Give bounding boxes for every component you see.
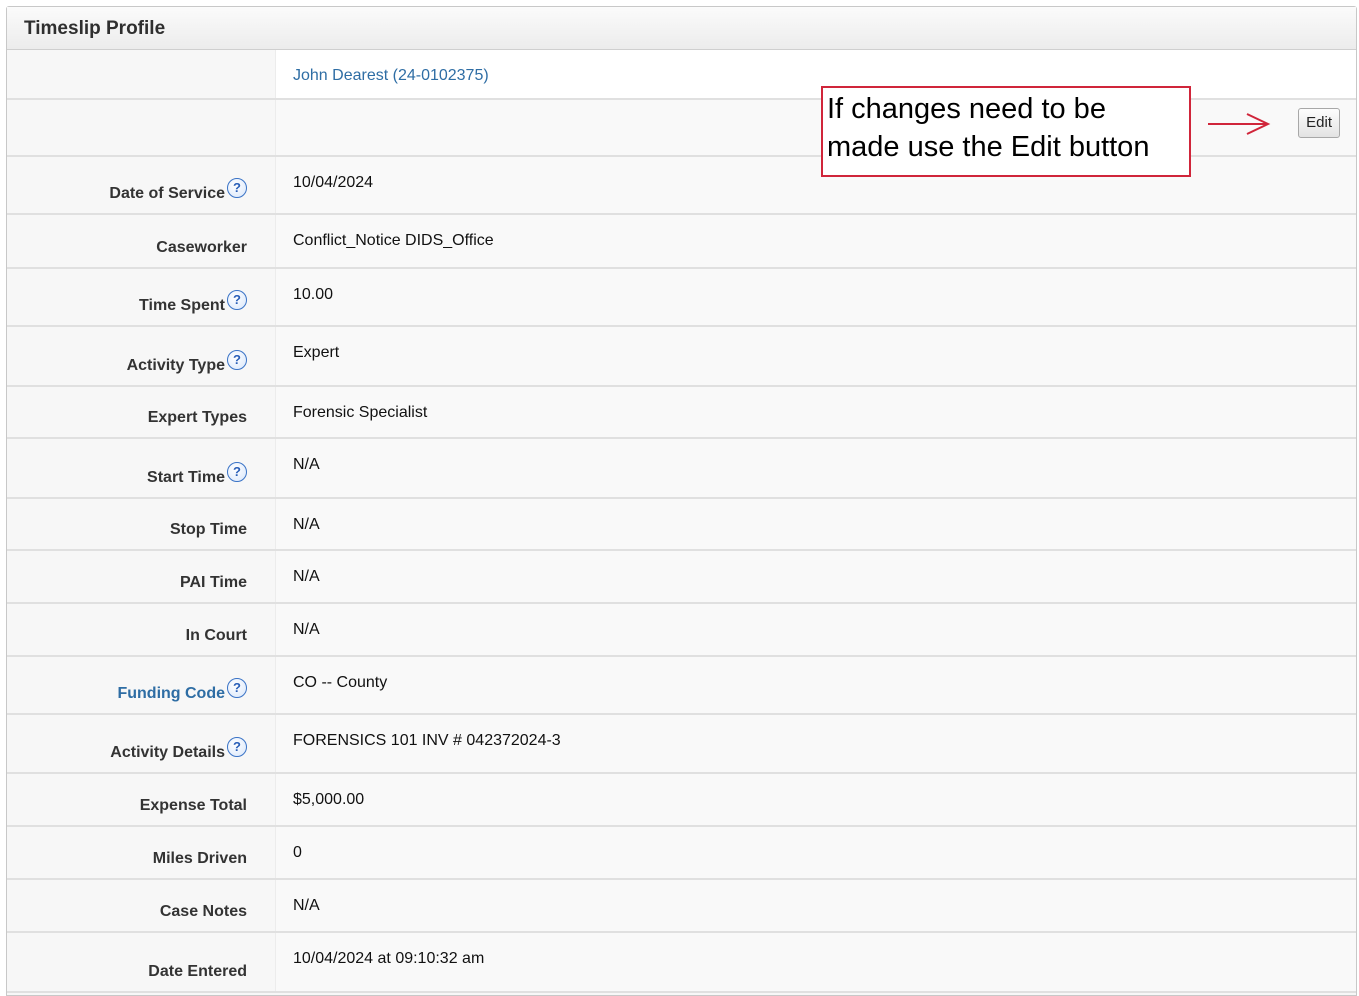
field-label-cell: Case Notes (7, 880, 275, 931)
field-value: 0 (293, 844, 302, 861)
right-arrow-icon (1208, 113, 1271, 135)
field-label-cell: Time Spent? (7, 269, 275, 325)
field-label-cell: In Court (7, 604, 275, 655)
field-value-cell: Conflict_Notice DIDS_Office (275, 215, 1356, 267)
field-label: Caseworker (156, 239, 247, 256)
field-value: Expert (293, 344, 340, 361)
field-label-cell: Caseworker (7, 215, 275, 267)
field-label-cell: Funding Code? (7, 657, 275, 713)
field-value-cell: N/A (275, 499, 1356, 549)
field-label-cell: Activity Type? (7, 327, 275, 385)
field-value: N/A (293, 897, 320, 914)
field-row: Expense Total $5,000.00 (7, 774, 1356, 827)
callout-line-1: If changes need to be (827, 93, 1106, 125)
field-label: Date of Service (109, 185, 225, 202)
field-row: Time Spent? 10.00 (7, 269, 1356, 327)
callout-line-2: made use the Edit button (827, 131, 1150, 163)
field-label[interactable]: Funding Code (117, 685, 225, 703)
field-value-cell: 10.00 (275, 269, 1356, 325)
field-value: Forensic Specialist (293, 404, 428, 421)
field-label: Expense Total (139, 797, 247, 814)
client-label-cell (7, 50, 275, 98)
help-icon[interactable]: ? (227, 350, 247, 370)
field-row: Start Time? N/A (7, 439, 1356, 499)
field-label: Activity Type (126, 357, 225, 374)
field-value-cell: N/A (275, 439, 1356, 497)
field-value: CO -- County (293, 674, 388, 691)
field-label: Date Entered (148, 963, 247, 980)
field-label-cell: Expert Types (7, 387, 275, 437)
field-value: 10/04/2024 (293, 174, 374, 191)
field-label-cell: PAI Time (7, 551, 275, 602)
field-row: In Court N/A (7, 604, 1356, 657)
edit-label-cell (7, 100, 275, 155)
field-row: Date Entered 10/04/2024 at 09:10:32 am (7, 933, 1356, 993)
field-label: PAI Time (180, 574, 247, 591)
instruction-callout: If changes need to be made use the Edit … (821, 86, 1191, 177)
edit-value-cell: Edit (275, 100, 1356, 155)
field-value-cell: Expert (275, 327, 1356, 385)
field-value-cell: CO -- County (275, 657, 1356, 713)
help-icon[interactable]: ? (227, 737, 247, 757)
field-value-cell: N/A (275, 551, 1356, 602)
field-row: Activity Type? Expert (7, 327, 1356, 387)
field-value-cell: 0 (275, 827, 1356, 878)
field-list: Date of Service? 10/04/2024 Caseworker Conf… (7, 157, 1356, 993)
field-row: Case Notes N/A (7, 880, 1356, 933)
field-value: 10.00 (293, 286, 334, 303)
field-row: Caseworker Conflict_Notice DIDS_Office (7, 215, 1356, 269)
field-row: PAI Time N/A (7, 551, 1356, 604)
field-value: $5,000.00 (293, 791, 365, 808)
client-value-cell: John Dearest (24-0102375) (275, 50, 1356, 98)
field-label-cell: Start Time? (7, 439, 275, 497)
field-value: N/A (293, 621, 320, 638)
field-value-cell: Forensic Specialist (275, 387, 1356, 437)
field-value: N/A (293, 456, 320, 473)
field-label-cell: Expense Total (7, 774, 275, 825)
field-label: Expert Types (147, 409, 247, 426)
field-label: Miles Driven (152, 850, 247, 867)
field-value-cell: N/A (275, 880, 1356, 931)
field-label: In Court (185, 627, 247, 644)
help-icon[interactable]: ? (227, 178, 247, 198)
panel-title: Timeslip Profile (7, 7, 1356, 50)
field-value: N/A (293, 516, 320, 533)
help-icon[interactable]: ? (227, 290, 247, 310)
field-row: Funding Code? CO -- County (7, 657, 1356, 715)
field-label-cell: Date Entered (7, 933, 275, 991)
field-value-cell: N/A (275, 604, 1356, 655)
field-label-cell: Activity Details? (7, 715, 275, 772)
edit-button[interactable]: Edit (1298, 108, 1340, 138)
field-label-cell: Date of Service? (7, 157, 275, 213)
field-value: Conflict_Notice DIDS_Office (293, 232, 494, 249)
field-label: Case Notes (159, 903, 247, 920)
field-row: Activity Details? FORENSICS 101 INV # 042… (7, 715, 1356, 774)
field-label: Time Spent (139, 297, 225, 314)
field-row: Stop Time N/A (7, 499, 1356, 551)
field-value-cell: $5,000.00 (275, 774, 1356, 825)
field-value: N/A (293, 568, 320, 585)
field-value-cell: 10/04/2024 at 09:10:32 am (275, 933, 1356, 991)
field-label-cell: Miles Driven (7, 827, 275, 878)
field-value: FORENSICS 101 INV # 042372024-3 (293, 732, 561, 749)
field-label: Start Time (147, 469, 225, 486)
field-label-cell: Stop Time (7, 499, 275, 549)
field-value-cell: 10/04/2024 (275, 157, 1356, 213)
field-label: Stop Time (169, 521, 247, 538)
field-label: Activity Details (110, 744, 225, 761)
client-link[interactable]: John Dearest (24-0102375) (293, 67, 489, 84)
field-value: 10/04/2024 at 09:10:32 am (293, 950, 485, 967)
field-row: Expert Types Forensic Specialist (7, 387, 1356, 439)
help-icon[interactable]: ? (227, 678, 247, 698)
field-row: Miles Driven 0 (7, 827, 1356, 880)
help-icon[interactable]: ? (227, 462, 247, 482)
field-value-cell: FORENSICS 101 INV # 042372024-3 (275, 715, 1356, 772)
